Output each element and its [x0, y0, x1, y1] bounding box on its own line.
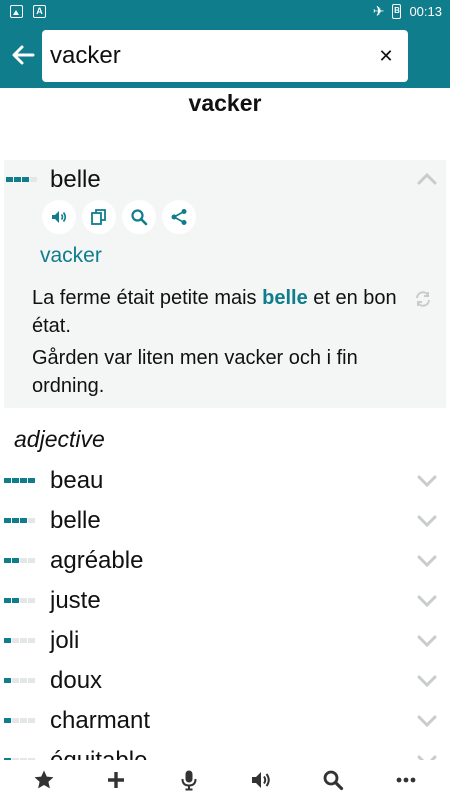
list-item-label: beau [50, 467, 104, 494]
list-item[interactable]: charmant [0, 701, 450, 741]
frequency-indicator [4, 718, 35, 723]
expanded-entry-card: belle vacker La ferme était petite mais … [4, 160, 446, 408]
back-button[interactable] [6, 38, 40, 72]
app-bar: ✕ [0, 24, 450, 88]
chevron-down-icon[interactable] [416, 630, 438, 652]
list-item-label: charmant [50, 707, 151, 734]
list-item-label: agréable [50, 547, 144, 574]
frequency-indicator [4, 598, 35, 603]
bottom-navigation [0, 760, 450, 800]
chevron-down-icon[interactable] [416, 670, 438, 692]
headword-title: vacker [188, 90, 262, 116]
add-button[interactable] [96, 760, 136, 800]
example-text: La ferme était petite mais [32, 287, 263, 309]
chevron-down-icon[interactable] [416, 550, 438, 572]
list-item[interactable]: joli [0, 621, 450, 661]
voice-input-button[interactable] [169, 760, 209, 800]
arrow-left-icon [12, 45, 35, 65]
chevron-down-icon[interactable] [416, 470, 438, 492]
example-highlight: belle [262, 287, 308, 309]
app-notification-icon: A [33, 5, 46, 18]
status-bar: A ✈ B 00:13 [0, 0, 450, 24]
frequency-indicator [4, 678, 35, 683]
entry-actions [42, 200, 196, 234]
chevron-down-icon[interactable] [416, 510, 438, 532]
frequency-indicator [6, 177, 37, 182]
word-list: beau belle agréable juste joli doux char… [0, 461, 450, 781]
close-icon: ✕ [378, 46, 394, 66]
chevron-down-icon[interactable] [416, 590, 438, 612]
list-item-label: joli [50, 627, 80, 654]
speak-button[interactable] [42, 200, 76, 234]
battery-label: B [394, 6, 400, 15]
search-box: ✕ [42, 30, 408, 82]
plus-icon [108, 772, 125, 788]
example-swedish: Gården var liten men vacker och i fin or… [32, 347, 358, 397]
more-icon [396, 777, 416, 783]
star-icon [34, 770, 54, 789]
search-button[interactable] [313, 760, 353, 800]
search-icon [324, 770, 344, 791]
frequency-indicator [4, 558, 35, 563]
copy-button[interactable] [82, 200, 116, 234]
part-of-speech-label: adjective [14, 426, 105, 452]
list-item[interactable]: juste [0, 581, 450, 621]
more-button[interactable] [386, 760, 426, 800]
system-status: ✈ B 00:13 [373, 3, 442, 20]
clear-button[interactable]: ✕ [372, 42, 400, 70]
entry-word: belle [50, 166, 101, 193]
lookup-button[interactable] [122, 200, 156, 234]
list-item[interactable]: agréable [0, 541, 450, 581]
list-item[interactable]: belle [0, 501, 450, 541]
chevron-down-icon[interactable] [416, 710, 438, 732]
list-item-label: doux [50, 667, 103, 694]
example-french: La ferme était petite mais belle et en b… [32, 284, 402, 340]
microphone-icon [181, 770, 197, 791]
refresh-icon[interactable] [414, 290, 432, 308]
share-icon [171, 209, 187, 225]
frequency-indicator [4, 478, 35, 483]
speaker-icon [52, 211, 67, 223]
copy-icon [91, 209, 106, 225]
frequency-indicator [4, 638, 35, 643]
list-item[interactable]: doux [0, 661, 450, 701]
list-item[interactable]: beau [0, 461, 450, 501]
speaker-icon [252, 772, 270, 788]
chevron-up-icon[interactable] [416, 168, 438, 190]
frequency-indicator [4, 518, 35, 523]
airplane-mode-icon: ✈ [372, 3, 385, 19]
translation-link[interactable]: vacker [40, 244, 102, 268]
list-item-label: juste [50, 587, 101, 614]
battery-icon: B [392, 4, 402, 19]
list-item-label: belle [50, 507, 101, 534]
share-button[interactable] [162, 200, 196, 234]
favorites-button[interactable] [24, 760, 64, 800]
pronounce-button[interactable] [241, 760, 281, 800]
clock: 00:13 [409, 4, 442, 19]
notification-icons: A [10, 5, 46, 18]
search-icon [131, 209, 148, 226]
image-notification-icon [10, 5, 23, 18]
search-input[interactable] [50, 38, 370, 74]
